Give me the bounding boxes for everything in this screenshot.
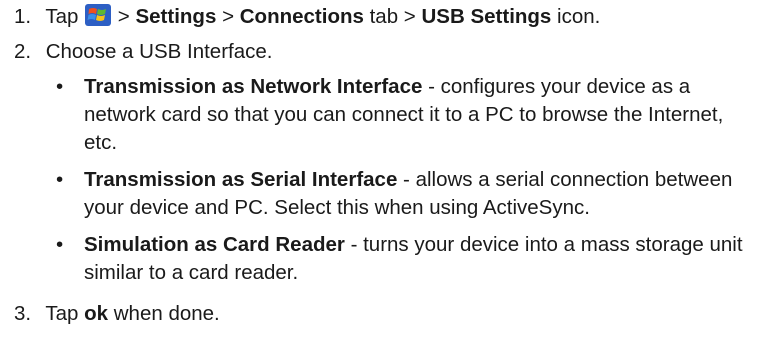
step-3: 3. Tap ok when done. — [14, 300, 220, 328]
settings-label: Settings — [135, 5, 217, 28]
step-number: 3. — [14, 302, 32, 325]
instructions-document: 1. Tap > Settings > Connections tab > US… — [0, 0, 771, 360]
bullet-network-interface: • Transmission as Network Interface - co… — [56, 73, 746, 157]
bullet-serial-interface: • Transmission as Serial Interface - all… — [56, 166, 746, 222]
step-2: 2. Choose a USB Interface. — [14, 38, 272, 66]
step-text: Tap — [45, 5, 79, 28]
separator: > — [222, 5, 235, 28]
step-text: Choose a USB Interface. — [45, 40, 273, 63]
bullet-marker: • — [56, 233, 64, 256]
ok-label: ok — [84, 302, 109, 325]
connections-label: Connections — [239, 5, 364, 28]
step-text: icon. — [557, 5, 601, 28]
step-text: tab > — [369, 5, 416, 28]
bullet-title: Transmission as Network Interface — [84, 75, 423, 98]
bullet-card-reader: • Simulation as Card Reader - turns your… — [56, 231, 746, 287]
bullet-title: Transmission as Serial Interface — [84, 168, 398, 191]
step-1: 1. Tap > Settings > Connections tab > US… — [14, 3, 600, 31]
bullet-title: Simulation as Card Reader — [84, 233, 345, 256]
separator: > — [117, 5, 130, 28]
step-number: 2. — [14, 40, 32, 63]
bullet-marker: • — [56, 168, 64, 191]
bullet-marker: • — [56, 75, 64, 98]
step-number: 1. — [14, 5, 32, 28]
usb-settings-label: USB Settings — [421, 5, 552, 28]
windows-start-icon — [85, 4, 112, 26]
step-text: Tap — [45, 302, 79, 325]
step-text: when done. — [113, 302, 220, 325]
